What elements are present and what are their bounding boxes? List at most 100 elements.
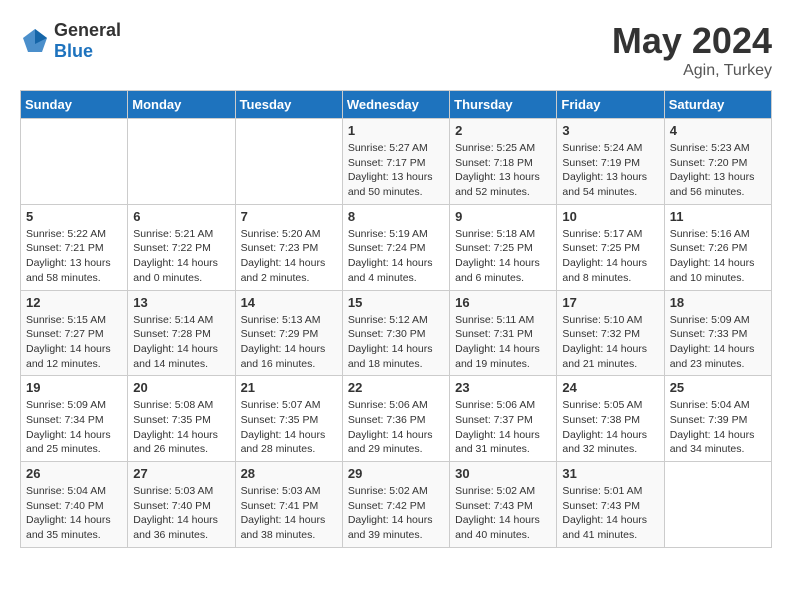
calendar-cell: 7 Sunrise: 5:20 AMSunset: 7:23 PMDaylight… xyxy=(235,204,342,290)
calendar-cell xyxy=(235,119,342,205)
day-number: 7 xyxy=(241,209,337,224)
calendar-cell: 17 Sunrise: 5:10 AMSunset: 7:32 PMDayligh… xyxy=(557,290,664,376)
day-info: Sunrise: 5:19 AMSunset: 7:24 PMDaylight:… xyxy=(348,227,444,286)
calendar-cell: 14 Sunrise: 5:13 AMSunset: 7:29 PMDayligh… xyxy=(235,290,342,376)
calendar-cell: 22Sunrise: 5:06 AMSunset: 7:36 PMDayligh… xyxy=(342,376,449,462)
col-wednesday: Wednesday xyxy=(342,91,449,119)
day-number: 14 xyxy=(241,295,337,310)
calendar-cell: 8 Sunrise: 5:19 AMSunset: 7:24 PMDaylight… xyxy=(342,204,449,290)
day-info: Sunrise: 5:03 AMSunset: 7:40 PMDaylight:… xyxy=(133,484,229,543)
day-info: Sunrise: 5:27 AMSunset: 7:17 PMDaylight:… xyxy=(348,141,444,200)
calendar-cell: 6 Sunrise: 5:21 AMSunset: 7:22 PMDaylight… xyxy=(128,204,235,290)
day-number: 29 xyxy=(348,466,444,481)
day-info: Sunrise: 5:05 AMSunset: 7:38 PMDaylight:… xyxy=(562,398,658,457)
day-info: Sunrise: 5:02 AMSunset: 7:43 PMDaylight:… xyxy=(455,484,551,543)
col-tuesday: Tuesday xyxy=(235,91,342,119)
day-number: 26 xyxy=(26,466,122,481)
day-info: Sunrise: 5:09 AMSunset: 7:34 PMDaylight:… xyxy=(26,398,122,457)
calendar-cell: 19 Sunrise: 5:09 AMSunset: 7:34 PMDayligh… xyxy=(21,376,128,462)
calendar-table: Sunday Monday Tuesday Wednesday Thursday… xyxy=(20,90,772,548)
calendar-cell: 16 Sunrise: 5:11 AMSunset: 7:31 PMDayligh… xyxy=(450,290,557,376)
col-saturday: Saturday xyxy=(664,91,771,119)
calendar-cell: 13Sunrise: 5:14 AMSunset: 7:28 PMDayligh… xyxy=(128,290,235,376)
calendar-cell: 20Sunrise: 5:08 AMSunset: 7:35 PMDayligh… xyxy=(128,376,235,462)
calendar-cell: 15 Sunrise: 5:12 AMSunset: 7:30 PMDayligh… xyxy=(342,290,449,376)
day-number: 16 xyxy=(455,295,551,310)
calendar-week-5: 26 Sunrise: 5:04 AMSunset: 7:40 PMDayligh… xyxy=(21,462,772,548)
calendar-cell: 1 Sunrise: 5:27 AMSunset: 7:17 PMDaylight… xyxy=(342,119,449,205)
day-number: 27 xyxy=(133,466,229,481)
day-info: Sunrise: 5:04 AMSunset: 7:39 PMDaylight:… xyxy=(670,398,766,457)
day-number: 23 xyxy=(455,380,551,395)
day-info: Sunrise: 5:06 AMSunset: 7:36 PMDaylight:… xyxy=(348,398,444,457)
calendar-week-3: 12 Sunrise: 5:15 AMSunset: 7:27 PMDayligh… xyxy=(21,290,772,376)
day-number: 17 xyxy=(562,295,658,310)
day-info: Sunrise: 5:22 AMSunset: 7:21 PMDaylight:… xyxy=(26,227,122,286)
calendar-cell: 3Sunrise: 5:24 AMSunset: 7:19 PMDaylight… xyxy=(557,119,664,205)
day-number: 4 xyxy=(670,123,766,138)
day-info: Sunrise: 5:04 AMSunset: 7:40 PMDaylight:… xyxy=(26,484,122,543)
logo-text: General Blue xyxy=(54,20,121,62)
day-number: 30 xyxy=(455,466,551,481)
logo: General Blue xyxy=(20,20,121,62)
page-header: General Blue May 2024 Agin, Turkey xyxy=(20,20,772,80)
day-number: 10 xyxy=(562,209,658,224)
day-info: Sunrise: 5:15 AMSunset: 7:27 PMDaylight:… xyxy=(26,313,122,372)
day-number: 6 xyxy=(133,209,229,224)
day-info: Sunrise: 5:21 AMSunset: 7:22 PMDaylight:… xyxy=(133,227,229,286)
logo-blue: Blue xyxy=(54,41,121,62)
col-thursday: Thursday xyxy=(450,91,557,119)
calendar-body: 1 Sunrise: 5:27 AMSunset: 7:17 PMDaylight… xyxy=(21,119,772,548)
calendar-cell: 2Sunrise: 5:25 AMSunset: 7:18 PMDaylight… xyxy=(450,119,557,205)
calendar-cell: 10 Sunrise: 5:17 AMSunset: 7:25 PMDayligh… xyxy=(557,204,664,290)
day-info: Sunrise: 5:09 AMSunset: 7:33 PMDaylight:… xyxy=(670,313,766,372)
title-block: May 2024 Agin, Turkey xyxy=(612,20,772,80)
day-number: 21 xyxy=(241,380,337,395)
day-info: Sunrise: 5:17 AMSunset: 7:25 PMDaylight:… xyxy=(562,227,658,286)
day-number: 5 xyxy=(26,209,122,224)
day-number: 1 xyxy=(348,123,444,138)
day-info: Sunrise: 5:03 AMSunset: 7:41 PMDaylight:… xyxy=(241,484,337,543)
calendar-cell: 26 Sunrise: 5:04 AMSunset: 7:40 PMDayligh… xyxy=(21,462,128,548)
col-friday: Friday xyxy=(557,91,664,119)
day-info: Sunrise: 5:12 AMSunset: 7:30 PMDaylight:… xyxy=(348,313,444,372)
calendar-cell: 9Sunrise: 5:18 AMSunset: 7:25 PMDaylight… xyxy=(450,204,557,290)
calendar-cell: 5 Sunrise: 5:22 AMSunset: 7:21 PMDaylight… xyxy=(21,204,128,290)
calendar-cell xyxy=(128,119,235,205)
calendar-week-4: 19 Sunrise: 5:09 AMSunset: 7:34 PMDayligh… xyxy=(21,376,772,462)
calendar-cell: 29Sunrise: 5:02 AMSunset: 7:42 PMDayligh… xyxy=(342,462,449,548)
calendar-cell: 18 Sunrise: 5:09 AMSunset: 7:33 PMDayligh… xyxy=(664,290,771,376)
calendar-week-1: 1 Sunrise: 5:27 AMSunset: 7:17 PMDaylight… xyxy=(21,119,772,205)
day-number: 28 xyxy=(241,466,337,481)
calendar-cell: 30 Sunrise: 5:02 AMSunset: 7:43 PMDayligh… xyxy=(450,462,557,548)
day-info: Sunrise: 5:07 AMSunset: 7:35 PMDaylight:… xyxy=(241,398,337,457)
day-number: 15 xyxy=(348,295,444,310)
day-number: 19 xyxy=(26,380,122,395)
calendar-cell: 21 Sunrise: 5:07 AMSunset: 7:35 PMDayligh… xyxy=(235,376,342,462)
calendar-week-2: 5 Sunrise: 5:22 AMSunset: 7:21 PMDaylight… xyxy=(21,204,772,290)
day-info: Sunrise: 5:10 AMSunset: 7:32 PMDaylight:… xyxy=(562,313,658,372)
day-number: 18 xyxy=(670,295,766,310)
location: Agin, Turkey xyxy=(612,62,772,80)
day-info: Sunrise: 5:08 AMSunset: 7:35 PMDaylight:… xyxy=(133,398,229,457)
day-info: Sunrise: 5:24 AMSunset: 7:19 PMDaylight:… xyxy=(562,141,658,200)
day-info: Sunrise: 5:20 AMSunset: 7:23 PMDaylight:… xyxy=(241,227,337,286)
calendar-cell: 12 Sunrise: 5:15 AMSunset: 7:27 PMDayligh… xyxy=(21,290,128,376)
day-info: Sunrise: 5:13 AMSunset: 7:29 PMDaylight:… xyxy=(241,313,337,372)
day-number: 8 xyxy=(348,209,444,224)
calendar-cell: 4Sunrise: 5:23 AMSunset: 7:20 PMDaylight… xyxy=(664,119,771,205)
day-info: Sunrise: 5:16 AMSunset: 7:26 PMDaylight:… xyxy=(670,227,766,286)
calendar-cell: 27 Sunrise: 5:03 AMSunset: 7:40 PMDayligh… xyxy=(128,462,235,548)
day-info: Sunrise: 5:14 AMSunset: 7:28 PMDaylight:… xyxy=(133,313,229,372)
calendar-cell: 23Sunrise: 5:06 AMSunset: 7:37 PMDayligh… xyxy=(450,376,557,462)
calendar-cell xyxy=(21,119,128,205)
calendar-cell: 31Sunrise: 5:01 AMSunset: 7:43 PMDayligh… xyxy=(557,462,664,548)
day-info: Sunrise: 5:18 AMSunset: 7:25 PMDaylight:… xyxy=(455,227,551,286)
day-info: Sunrise: 5:25 AMSunset: 7:18 PMDaylight:… xyxy=(455,141,551,200)
col-sunday: Sunday xyxy=(21,91,128,119)
day-number: 12 xyxy=(26,295,122,310)
day-info: Sunrise: 5:11 AMSunset: 7:31 PMDaylight:… xyxy=(455,313,551,372)
day-number: 31 xyxy=(562,466,658,481)
month-year: May 2024 xyxy=(612,20,772,62)
logo-icon xyxy=(20,26,50,56)
